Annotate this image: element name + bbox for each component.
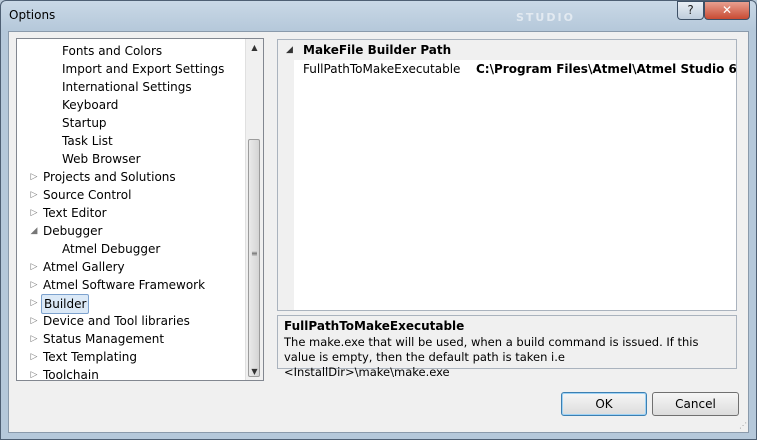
tree-item-label: Atmel Debugger [62,242,161,256]
collapsed-arrow-icon[interactable]: ▷ [29,348,39,366]
window-title: Options [9,8,56,22]
tree-scrollbar[interactable]: ▲ ≡ ▼ [245,39,263,380]
tree-item-label: Keyboard [62,98,119,112]
tree-item-label: Text Templating [43,350,138,364]
collapsed-arrow-icon[interactable]: ▷ [29,312,39,330]
tree-item-label: Source Control [43,188,132,202]
collapsed-arrow-icon[interactable]: ▷ [29,204,39,222]
collapsed-arrow-icon[interactable]: ▷ [29,276,39,294]
tree-item-label: Status Management [43,332,165,346]
collapsed-arrow-icon[interactable]: ▷ [29,186,39,204]
options-dialog: Options STUDIO ? ✕ ▷ Toolchain ▷ Text Templ… [0,0,757,440]
tree-item-label: Toolchain [43,368,99,381]
cancel-button[interactable]: Cancel [652,392,739,416]
ok-button[interactable]: OK [561,392,647,416]
scroll-up-icon[interactable]: ▲ [246,39,263,56]
property-name: FullPathToMakeExecutable [303,62,461,76]
tree-item-label: Debugger [43,224,103,238]
expanded-arrow-icon[interactable]: ◢ [29,222,39,240]
collapsed-arrow-icon[interactable]: ▷ [29,294,39,312]
tree-item-label: Startup [62,116,107,130]
dialog-client-area: ▷ Toolchain ▷ Text Templating ▷ Status Manage… [8,31,749,433]
resize-grip-icon[interactable]: ⋰ [739,421,747,430]
tree-item-label: Atmel Software Framework [43,278,206,292]
description-pane: FullPathToMakeExecutable The make.exe th… [277,315,737,379]
category-label: MakeFile Builder Path [303,43,452,57]
collapsed-arrow-icon[interactable]: ▷ [29,258,39,276]
collapse-icon[interactable]: ◢ [286,40,293,60]
description-title: FullPathToMakeExecutable [284,319,465,333]
tree-item-label: Web Browser [62,152,141,166]
tree-item-label: Device and Tool libraries [43,314,190,328]
tree-item-label: Projects and Solutions [43,170,176,184]
tree-item-label: Atmel Gallery [43,260,125,274]
scroll-thumb[interactable]: ≡ [248,139,260,377]
collapsed-arrow-icon[interactable]: ▷ [29,330,39,348]
tree-item-label: Task List [62,134,113,148]
tree-item-label: Text Editor [43,206,107,220]
property-row[interactable]: FullPathToMakeExecutable C:\Program File… [278,60,736,78]
options-tree[interactable]: ▷ Toolchain ▷ Text Templating ▷ Status Manage… [16,38,264,381]
scroll-down-icon[interactable]: ▼ [246,363,263,380]
category-row[interactable]: ◢ MakeFile Builder Path [278,40,736,60]
property-value[interactable]: C:\Program Files\Atmel\Atmel Studio 6.0\… [476,60,736,78]
tree-item-label: Builder [41,294,90,314]
property-grid[interactable]: ◢ MakeFile Builder Path FullPathToMakeEx… [277,39,737,311]
collapsed-arrow-icon[interactable]: ▷ [29,168,39,186]
tree-item-label: Fonts and Colors [62,44,163,58]
title-bar[interactable]: Options STUDIO ? ✕ [1,1,756,31]
close-button[interactable]: ✕ [704,1,750,20]
title-watermark: STUDIO [516,11,575,24]
collapsed-arrow-icon[interactable]: ▷ [29,366,39,380]
tree-item-label: International Settings [62,80,192,94]
row-gutter [278,60,294,78]
grip-icon: ≡ [251,249,258,258]
description-text: The make.exe that will be used, when a b… [284,335,699,379]
tree-item-label: Import and Export Settings [62,62,225,76]
grid-gutter [278,78,294,310]
help-button[interactable]: ? [677,1,704,20]
